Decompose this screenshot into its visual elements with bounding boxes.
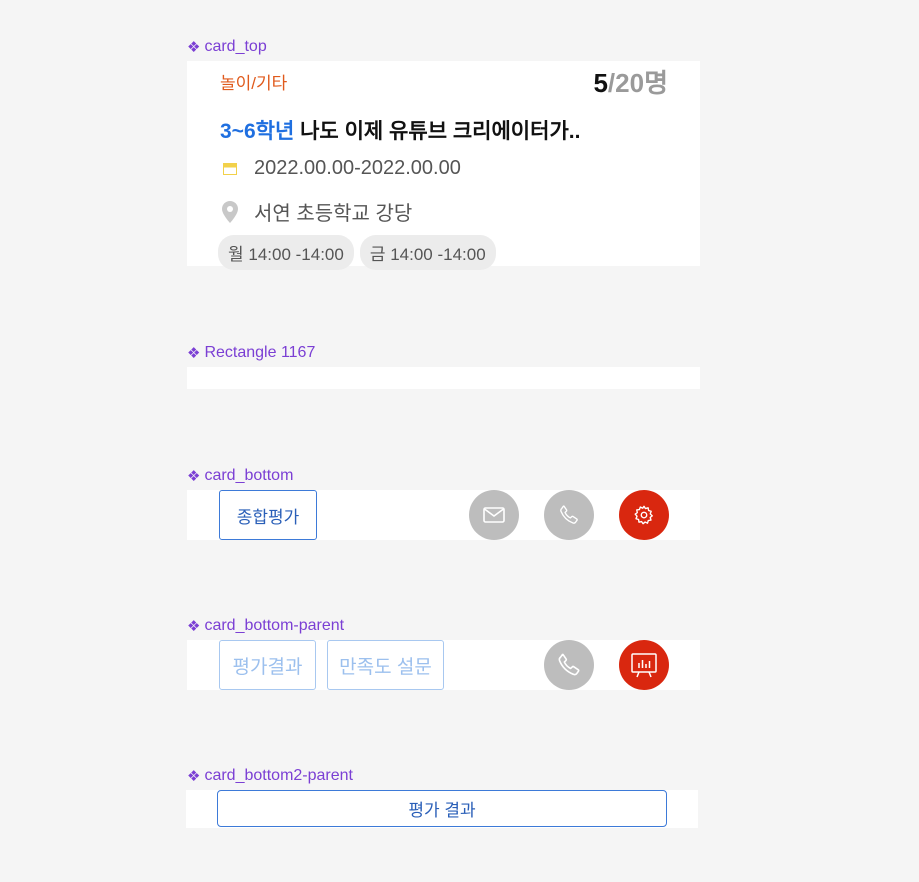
settings-icon[interactable] [619,490,669,540]
phone-icon[interactable] [544,490,594,540]
overall-evaluation-button[interactable]: 종합평가 [219,490,317,540]
location-row: 서연 초등학교 강당 [220,197,412,226]
schedule-chips: 월 14:00 -14:00 금 14:00 -14:00 [218,235,496,270]
card-bottom-parent-label: ❖ card_bottom-parent [187,617,345,635]
card-bottom: 종합평가 [187,490,700,540]
phone-icon[interactable] [544,640,594,690]
card-bottom-parent: 평가결과 만족도 설문 [187,640,700,690]
calendar-icon [220,162,240,175]
mail-icon[interactable] [469,490,519,540]
grade-range: 3~6학년 [220,120,295,143]
evaluation-result-wide-button[interactable]: 평가 결과 [217,790,667,827]
evaluation-result-button[interactable]: 평가결과 [219,640,316,690]
card-bottom2-parent: 평가 결과 [186,790,698,828]
schedule-chip: 월 14:00 -14:00 [218,235,354,270]
presentation-chart-icon[interactable] [619,640,669,690]
date-row: 2022.00.00-2022.00.00 [220,157,461,180]
location-pin-icon [220,200,240,223]
card-bottom-label: ❖ card_bottom [187,467,294,485]
card-top-label: ❖ card_top [187,38,267,56]
card-bottom2-parent-label: ❖ card_bottom2-parent [187,767,353,785]
category-label: 놀이/기타 [220,74,288,93]
satisfaction-survey-button[interactable]: 만족도 설문 [327,640,444,690]
date-range: 2022.00.00-2022.00.00 [254,157,461,179]
participant-count: 5/20명 [593,68,668,98]
schedule-chip: 금 14:00 -14:00 [359,235,496,270]
program-title: 3~6학년 나도 이제 유튜브 크리에이터가.. [220,120,581,143]
program-card-top[interactable]: 놀이/기타 5/20명 3~6학년 나도 이제 유튜브 크리에이터가.. 202… [187,61,700,270]
rectangle-1167 [187,367,700,389]
location-text: 서연 초등학교 강당 [254,203,413,225]
rectangle-label: ❖ Rectangle 1167 [187,344,316,362]
